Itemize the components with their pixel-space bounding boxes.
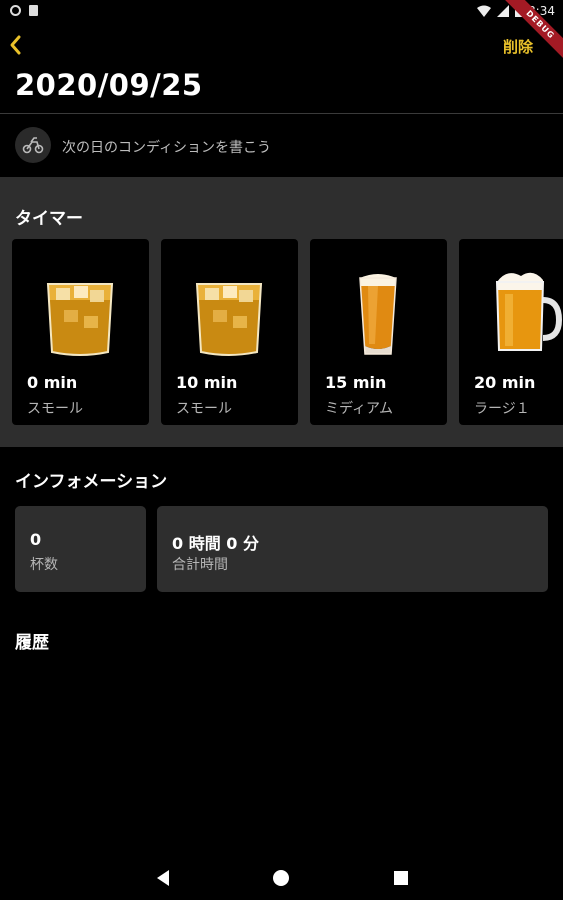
cellular-icon [497,5,510,17]
timer-minutes: 0 min [27,373,78,392]
app-bar: 削除 [0,30,563,60]
cups-value: 0 [30,530,42,549]
chevron-left-icon[interactable] [6,32,26,58]
nav-recents-icon[interactable] [394,871,408,885]
timer-section: タイマー 0 min スモール 10 min スモール 15 min ミディアム… [0,177,563,447]
timer-card-10min[interactable]: 10 min スモール [161,239,298,425]
system-nav-bar [0,855,563,900]
nav-home-icon[interactable] [273,870,289,886]
timer-card-list[interactable]: 0 min スモール 10 min スモール 15 min ミディアム 20 m… [12,239,563,425]
timer-title: タイマー [15,209,83,229]
total-time-value: 0 時間 0 分 [172,534,259,553]
nav-back-icon[interactable] [155,869,171,887]
timer-size: スモール [176,401,232,417]
sd-card-icon [29,5,38,16]
total-time-card: 0 時間 0 分 合計時間 [157,506,548,592]
history-title: 履歴 [15,633,49,653]
timer-minutes: 15 min [325,373,387,392]
timer-size: スモール [27,401,83,417]
motorbike-icon [15,127,51,163]
cups-card: 0 杯数 [15,506,146,592]
notification-dot-icon [10,5,21,16]
timer-card-0min[interactable]: 0 min スモール [12,239,149,425]
condition-placeholder: 次の日のコンディションを書こう [62,140,272,156]
wifi-icon [477,5,492,17]
whiskey-glass-icon [195,283,263,356]
timer-size: ラージ１ [474,401,530,417]
information-title: インフォメーション [15,472,168,492]
divider [0,113,563,114]
beer-mug-icon [495,272,563,351]
timer-size: ミディアム [325,401,394,417]
timer-card-20min[interactable]: 20 min ラージ１ [459,239,563,425]
beer-glass-icon [359,274,397,355]
status-bar: 8:34 DEBUG [0,0,563,69]
cups-label: 杯数 [30,557,58,573]
timer-minutes: 20 min [474,373,536,392]
page-title: 2020/09/25 [15,68,203,102]
whiskey-glass-icon [46,283,114,356]
delete-button[interactable]: 削除 [503,36,533,57]
total-time-label: 合計時間 [172,557,228,573]
status-bar-left [10,5,38,16]
condition-input-row[interactable]: 次の日のコンディションを書こう [0,124,563,168]
timer-minutes: 10 min [176,373,238,392]
timer-card-15min[interactable]: 15 min ミディアム [310,239,447,425]
